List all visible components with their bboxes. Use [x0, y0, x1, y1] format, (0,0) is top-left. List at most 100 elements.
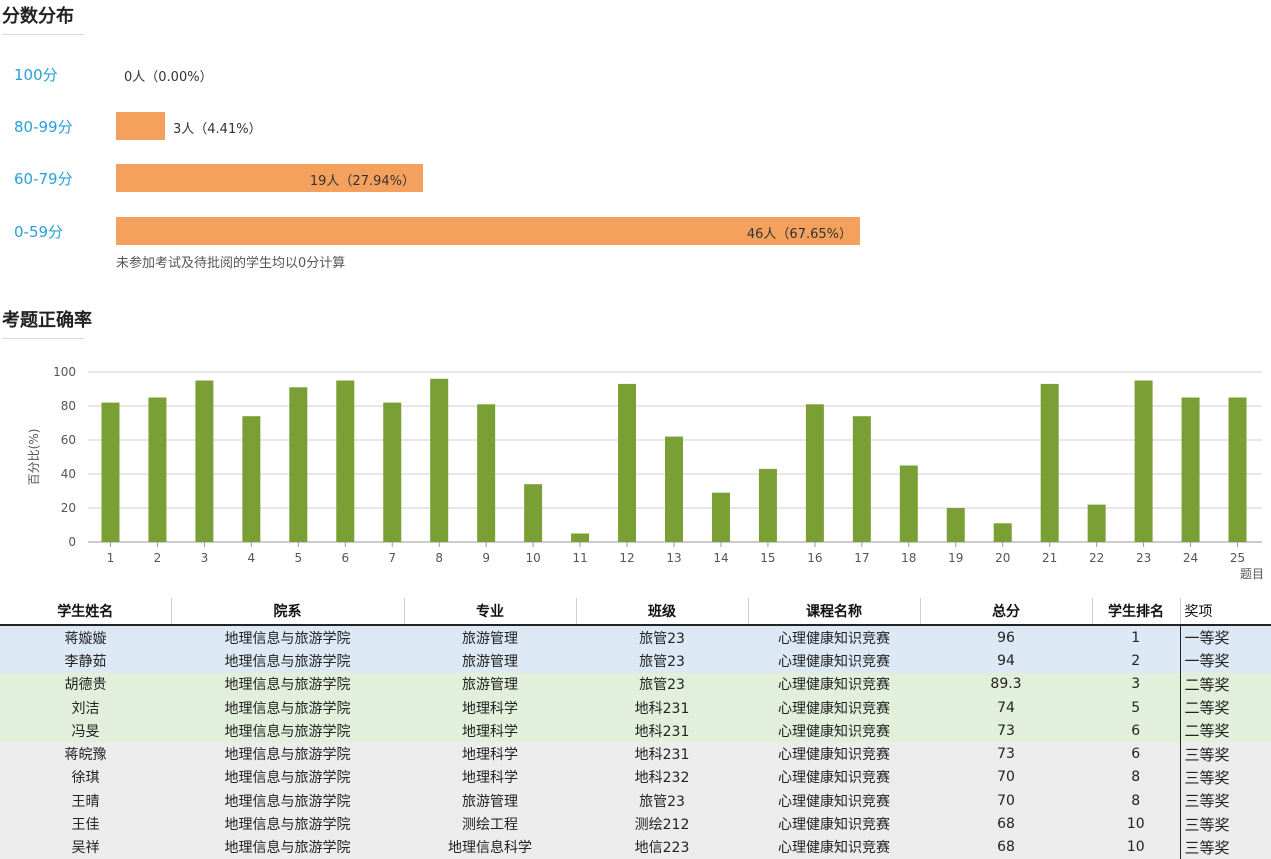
- table-cell: 心理健康知识竞赛: [748, 649, 920, 673]
- table-cell: 地理信息与旅游学院: [171, 672, 404, 696]
- x-axis-label: 题目: [1240, 567, 1264, 581]
- table-cell: 旅游管理: [404, 672, 576, 696]
- table-cell: 地理信息与旅游学院: [171, 649, 404, 673]
- table-cell: 地科231: [576, 719, 748, 743]
- x-tick-label: 23: [1136, 551, 1151, 565]
- table-cell: 王晴: [0, 789, 171, 813]
- table-row: 王晴 地理信息与旅游学院 旅游管理 旅管23 心理健康知识竞赛 70 8 三等奖: [0, 789, 1271, 813]
- x-tick-label: 19: [948, 551, 963, 565]
- table-cell: 蒋皖豫: [0, 742, 171, 766]
- distribution-bar-value: 46人（67.65%）: [746, 227, 852, 242]
- x-tick-label: 1: [107, 551, 115, 565]
- accuracy-bar: [805, 404, 824, 542]
- y-tick-label: 0: [68, 535, 76, 549]
- accuracy-bar: [1134, 380, 1153, 542]
- table-cell: 旅游管理: [404, 789, 576, 813]
- accuracy-bar: [1181, 397, 1200, 542]
- table-cell: 心理健康知识竞赛: [748, 695, 920, 720]
- table-cell: 三等奖: [1179, 789, 1271, 813]
- table-row: 李静茹 地理信息与旅游学院 旅游管理 旅管23 心理健康知识竞赛 94 2 一等奖: [0, 649, 1271, 673]
- table-cell: 王佳: [0, 812, 171, 836]
- accuracy-bar: [195, 380, 214, 542]
- x-tick-label: 13: [666, 551, 681, 565]
- table-cell: 旅管23: [576, 649, 748, 673]
- y-tick-label: 60: [61, 433, 76, 447]
- table-cell: 68: [920, 835, 1092, 859]
- table-cell: 冯旻: [0, 719, 171, 743]
- accuracy-bar: [524, 484, 543, 542]
- table-cell: 94: [920, 649, 1092, 673]
- x-tick-label: 21: [1042, 551, 1057, 565]
- column-header: 总分: [920, 598, 1093, 626]
- table-cell: 地理信息与旅游学院: [171, 765, 404, 790]
- table-cell: 地科232: [576, 765, 748, 790]
- accuracy-bar: [993, 523, 1012, 542]
- table-cell: 96: [920, 625, 1092, 650]
- table-cell: 地理科学: [404, 742, 576, 766]
- table-cell: 旅游管理: [404, 625, 576, 650]
- x-tick-label: 16: [807, 551, 822, 565]
- accuracy-bar: [665, 436, 683, 542]
- distribution-row-label: 0-59分: [14, 223, 64, 241]
- distribution-row: 100分 0人（0.00%）: [0, 60, 1000, 88]
- table-cell: 心理健康知识竞赛: [748, 765, 920, 790]
- table-cell: 三等奖: [1179, 765, 1271, 790]
- table-cell: 测绘工程: [404, 812, 576, 836]
- column-header: 课程名称: [748, 598, 921, 626]
- accuracy-title: 考题正确率: [2, 306, 92, 339]
- table-cell: 蒋嫙嫙: [0, 625, 171, 650]
- table-cell: 心理健康知识竞赛: [748, 672, 920, 696]
- accuracy-bar: [571, 533, 590, 542]
- x-tick-label: 18: [901, 551, 916, 565]
- table-cell: 5: [1092, 695, 1180, 720]
- table-cell: 70: [920, 789, 1092, 813]
- column-header: 班级: [576, 598, 749, 626]
- table-cell: 地理科学: [404, 695, 576, 720]
- accuracy-bar: [383, 402, 402, 542]
- column-header: 院系: [171, 598, 405, 626]
- table-cell: 73: [920, 742, 1092, 766]
- table-cell: 3: [1092, 672, 1180, 696]
- table-cell: 地信223: [576, 835, 748, 859]
- x-tick-label: 22: [1089, 551, 1104, 565]
- table-cell: 二等奖: [1179, 719, 1271, 743]
- table-cell: 心理健康知识竞赛: [748, 742, 920, 766]
- distribution-row-label: 100分: [14, 66, 58, 84]
- accuracy-chart: 0 20 40 60 80 100 百分比(%) 1 2 3 4 5 6 7 8 9 10 11 12 13 14 15 1…: [0, 352, 1271, 592]
- column-header: 专业: [404, 598, 577, 626]
- table-cell: 旅管23: [576, 625, 748, 650]
- table-cell: 地理信息与旅游学院: [171, 812, 404, 836]
- table-cell: 吴祥: [0, 835, 171, 859]
- accuracy-bar: [946, 508, 965, 542]
- table-cell: 地理信息与旅游学院: [171, 742, 404, 766]
- accuracy-bar: [101, 402, 120, 542]
- y-axis-label: 百分比(%): [27, 429, 41, 486]
- table-cell: 地理信息与旅游学院: [171, 695, 404, 720]
- table-row: 徐琪 地理信息与旅游学院 地理科学 地科232 心理健康知识竞赛 70 8 三等奖: [0, 765, 1271, 790]
- accuracy-bar: [1228, 397, 1247, 542]
- table-cell: 68: [920, 812, 1092, 836]
- accuracy-bar: [758, 468, 777, 542]
- x-tick-label: 24: [1183, 551, 1198, 565]
- accuracy-bar: [289, 387, 308, 542]
- table-cell: 6: [1092, 742, 1180, 766]
- table-cell: 地理科学: [404, 765, 576, 790]
- table-row: 蒋皖豫 地理信息与旅游学院 地理科学 地科231 心理健康知识竞赛 73 6 三等奖: [0, 742, 1271, 766]
- distribution-row: 60-79分 19人（27.94%）: [0, 164, 1000, 192]
- y-tick-label: 100: [53, 365, 76, 379]
- distribution-bar-value: 0人（0.00%）: [124, 70, 213, 85]
- accuracy-bar: [1040, 383, 1059, 542]
- table-cell: 地理科学: [404, 719, 576, 743]
- table-cell: 旅管23: [576, 672, 748, 696]
- table-row: 刘洁 地理信息与旅游学院 地理科学 地科231 心理健康知识竞赛 74 5 二等奖: [0, 695, 1271, 720]
- table-row: 王佳 地理信息与旅游学院 测绘工程 测绘212 心理健康知识竞赛 68 10 三等奖: [0, 812, 1271, 836]
- distribution-bar: [116, 112, 165, 140]
- table-cell: 地理信息科学: [404, 835, 576, 859]
- table-cell: 心理健康知识竞赛: [748, 625, 920, 650]
- table-cell: 心理健康知识竞赛: [748, 789, 920, 813]
- table-cell: 一等奖: [1179, 649, 1271, 673]
- x-tick-label: 8: [435, 551, 443, 565]
- table-cell: 地理信息与旅游学院: [171, 789, 404, 813]
- distribution-bar-value: 3人（4.41%）: [173, 122, 262, 137]
- x-tick-label: 11: [572, 551, 587, 565]
